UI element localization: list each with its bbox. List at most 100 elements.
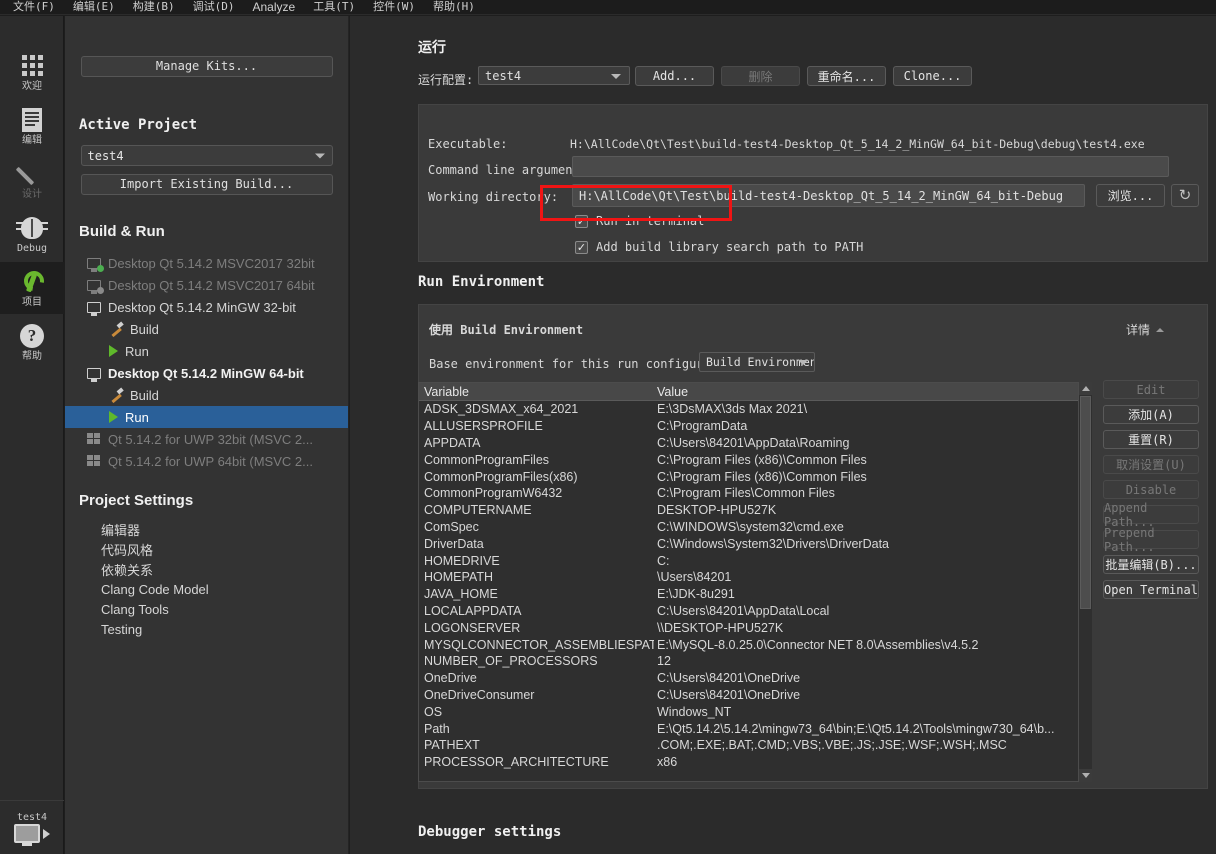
- table-row[interactable]: LOCALAPPDATA C:\Users\84201\AppData\Local: [419, 603, 1091, 620]
- details-toggle[interactable]: 详情: [1126, 321, 1165, 338]
- kit-item-label: Desktop Qt 5.14.2 MSVC2017 64bit: [108, 277, 315, 293]
- menu-item-analyze[interactable]: Analyze: [244, 0, 305, 14]
- table-row[interactable]: CommonProgramFiles C:\Program Files (x86)…: [419, 451, 1091, 468]
- environment-table-scrollbar[interactable]: [1078, 382, 1092, 782]
- table-row[interactable]: CommonProgramW6432 C:\Program Files\Commo…: [419, 485, 1091, 502]
- base-environment-combo[interactable]: Build Environment: [699, 352, 815, 372]
- kit-item-msvc2017-32[interactable]: Desktop Qt 5.14.2 MSVC2017 32bit: [65, 252, 348, 274]
- table-row[interactable]: APPDATA C:\Users\84201\AppData\Roaming: [419, 435, 1091, 452]
- table-row[interactable]: LOGONSERVER \\DESKTOP-HPU527K: [419, 619, 1091, 636]
- table-row[interactable]: ALLUSERSPROFILE C:\ProgramData: [419, 418, 1091, 435]
- mode-debug[interactable]: Debug: [0, 208, 64, 260]
- mode-edit[interactable]: 编辑: [0, 100, 64, 152]
- menu-item-debug[interactable]: 调试(D): [184, 0, 244, 14]
- env-prepend-path-button[interactable]: Prepend Path...: [1103, 526, 1199, 554]
- active-project-value: test4: [87, 148, 124, 163]
- kit-item-mingw-32[interactable]: Desktop Qt 5.14.2 MinGW 32-bit: [65, 296, 348, 318]
- table-row[interactable]: MYSQLCONNECTOR_ASSEMBLIESPATH E:\MySQL-8.…: [419, 636, 1091, 653]
- table-row[interactable]: ComSpec C:\WINDOWS\system32\cmd.exe: [419, 519, 1091, 536]
- scroll-down-arrow[interactable]: [1079, 769, 1092, 782]
- settings-item-testing[interactable]: Testing: [65, 619, 348, 639]
- run-in-terminal-label: Run in terminal: [596, 214, 705, 228]
- env-batch-edit-button[interactable]: 批量编辑(B)...: [1103, 555, 1199, 574]
- manage-kits-button[interactable]: Manage Kits...: [80, 56, 333, 77]
- add-build-library-path-checkbox[interactable]: ✓: [575, 240, 588, 254]
- table-row[interactable]: Path E:\Qt5.14.2\5.14.2\mingw73_64\bin;E:…: [419, 720, 1091, 737]
- kit-item-mingw32-build[interactable]: Build: [65, 318, 348, 340]
- env-disable-button[interactable]: Disable: [1103, 480, 1199, 499]
- clone-run-config-button[interactable]: Clone...: [893, 66, 972, 86]
- import-existing-build-button[interactable]: Import Existing Build...: [80, 174, 333, 195]
- kit-item-label: Desktop Qt 5.14.2 MSVC2017 32bit: [108, 255, 315, 271]
- mode-help[interactable]: ? 帮助: [0, 316, 64, 368]
- env-append-path-button[interactable]: Append Path...: [1103, 501, 1199, 529]
- settings-item-editor[interactable]: 编辑器: [65, 519, 348, 539]
- table-row[interactable]: OneDriveConsumer C:\Users\84201\OneDrive: [419, 687, 1091, 704]
- project-settings-heading: Project Settings: [79, 492, 194, 509]
- working-directory-input[interactable]: H:\AllCode\Qt\Test\build-test4-Desktop_Q…: [572, 184, 1085, 207]
- env-unset-button[interactable]: 取消设置(U): [1103, 455, 1199, 474]
- mode-welcome[interactable]: 欢迎: [0, 46, 64, 98]
- kit-item-msvc2017-64[interactable]: Desktop Qt 5.14.2 MSVC2017 64bit: [65, 274, 348, 296]
- table-row[interactable]: DriverData C:\Windows\System32\Drivers\Dr…: [419, 535, 1091, 552]
- settings-item-dependencies[interactable]: 依赖关系: [65, 559, 348, 579]
- env-edit-button[interactable]: Edit: [1103, 380, 1199, 399]
- table-row[interactable]: OneDrive C:\Users\84201\OneDrive: [419, 670, 1091, 687]
- mode-projects[interactable]: 项目: [0, 262, 64, 314]
- kit-item-uwp-32[interactable]: Qt 5.14.2 for UWP 32bit (MSVC 2...: [65, 428, 348, 450]
- table-row[interactable]: PATHEXT .COM;.EXE;.BAT;.CMD;.VBS;.VBE;.JS…: [419, 737, 1091, 754]
- table-row[interactable]: NUMBER_OF_PROCESSORS 12: [419, 653, 1091, 670]
- table-row[interactable]: HOMEPATH \Users\84201: [419, 569, 1091, 586]
- run-in-terminal-row[interactable]: ✓ Run in terminal: [575, 214, 704, 228]
- uwp-icon: [87, 433, 101, 445]
- scroll-up-arrow[interactable]: [1079, 382, 1092, 395]
- kit-selector[interactable]: test4: [0, 800, 64, 854]
- cell-variable: CommonProgramW6432: [424, 486, 563, 501]
- kit-item-uwp-64[interactable]: Qt 5.14.2 for UWP 64bit (MSVC 2...: [65, 450, 348, 472]
- cell-variable: HOMEDRIVE: [424, 553, 500, 568]
- scrollbar-thumb[interactable]: [1080, 396, 1091, 609]
- uwp-icon: [87, 455, 101, 467]
- menu-item-edit[interactable]: 编辑(E): [64, 0, 124, 14]
- menu-item-help[interactable]: 帮助(H): [424, 0, 484, 14]
- command-line-arguments-input[interactable]: [572, 156, 1169, 177]
- kit-item-mingw32-run[interactable]: Run: [65, 340, 348, 362]
- table-row[interactable]: CommonProgramFiles(x86) C:\Program Files …: [419, 468, 1091, 485]
- rename-run-config-button[interactable]: 重命名...: [807, 66, 886, 86]
- kit-item-mingw64-run[interactable]: Run: [65, 406, 348, 428]
- table-row[interactable]: HOMEDRIVE C:: [419, 552, 1091, 569]
- menu-item-file[interactable]: 文件(F): [4, 0, 64, 14]
- environment-table[interactable]: Variable Value ADSK_3DSMAX_x64_2021 E:\3D…: [418, 382, 1092, 782]
- settings-item-clang-tools[interactable]: Clang Tools: [65, 599, 348, 619]
- delete-run-config-button[interactable]: 删除: [721, 66, 800, 86]
- run-in-terminal-checkbox[interactable]: ✓: [575, 214, 588, 228]
- table-row[interactable]: ADSK_3DSMAX_x64_2021 E:\3DsMAX\3ds Max 20…: [419, 401, 1091, 418]
- question-icon: ?: [19, 323, 45, 349]
- settings-item-code-style[interactable]: 代码风格: [65, 539, 348, 559]
- reset-working-directory-button[interactable]: ↻: [1171, 184, 1199, 207]
- env-reset-button[interactable]: 重置(R): [1103, 430, 1199, 449]
- grid-icon: [19, 53, 45, 79]
- run-config-combo[interactable]: test4: [478, 66, 630, 85]
- env-open-terminal-button[interactable]: Open Terminal: [1103, 580, 1199, 599]
- table-row[interactable]: PROCESSOR_ARCHITECTURE x86: [419, 754, 1091, 771]
- browse-button[interactable]: 浏览...: [1096, 184, 1165, 207]
- kit-item-mingw-64[interactable]: Desktop Qt 5.14.2 MinGW 64-bit: [65, 362, 348, 384]
- cell-value: Windows_NT: [657, 704, 732, 719]
- kit-item-label: Run: [125, 343, 149, 359]
- env-add-button[interactable]: 添加(A): [1103, 405, 1199, 424]
- table-row[interactable]: OS Windows_NT: [419, 703, 1091, 720]
- table-row[interactable]: JAVA_HOME E:\JDK-8u291: [419, 586, 1091, 603]
- settings-item-clang-code-model[interactable]: Clang Code Model: [65, 579, 348, 599]
- menu-item-tools[interactable]: 工具(T): [304, 0, 364, 14]
- mode-bar: 欢迎 编辑 设计 Debug 项目 ? 帮助: [0, 16, 64, 854]
- add-build-library-path-row[interactable]: ✓ Add build library search path to PATH: [575, 240, 863, 254]
- executable-label: Executable:: [428, 137, 508, 151]
- active-project-combo[interactable]: test4: [80, 145, 333, 166]
- menu-item-build[interactable]: 构建(B): [124, 0, 184, 14]
- kit-item-mingw64-build[interactable]: Build: [65, 384, 348, 406]
- add-run-config-button[interactable]: Add...: [635, 66, 714, 86]
- table-row[interactable]: COMPUTERNAME DESKTOP-HPU527K: [419, 502, 1091, 519]
- menu-item-widgets[interactable]: 控件(W): [364, 0, 424, 14]
- mode-design[interactable]: 设计: [0, 154, 64, 206]
